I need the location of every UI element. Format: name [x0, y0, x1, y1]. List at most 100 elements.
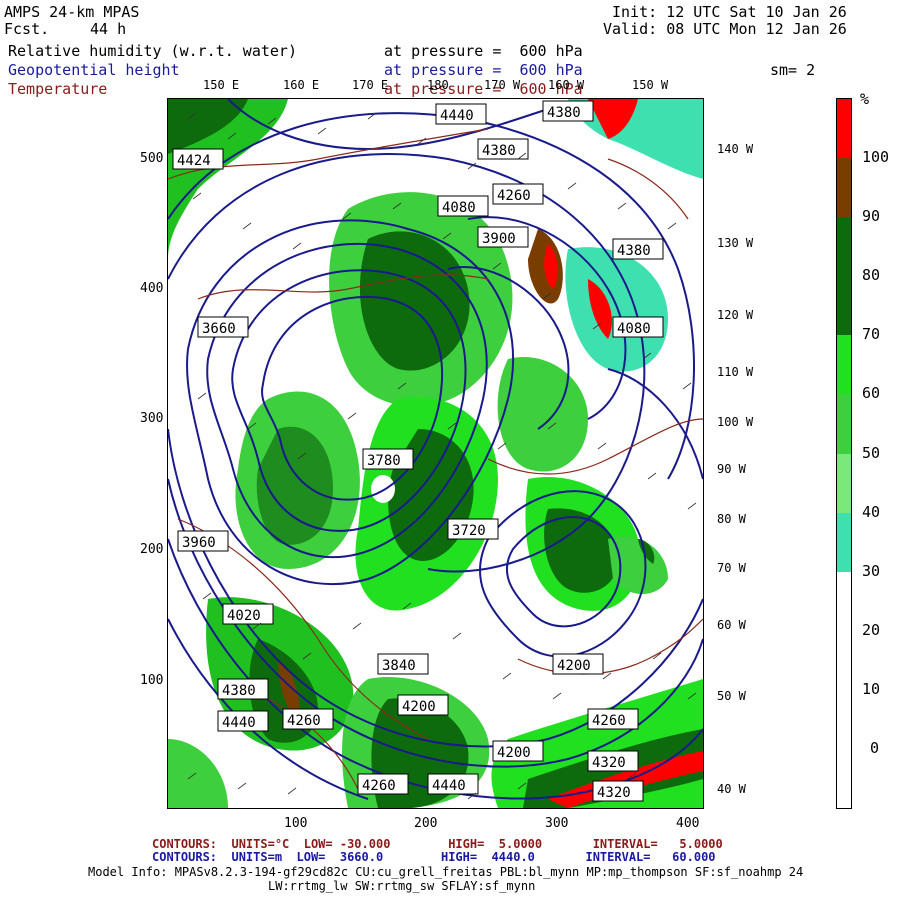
contour-label: 3900 [477, 226, 529, 248]
map-svg: 4440 4380 4380 4260 4080 3900 4424 4380 … [168, 99, 703, 808]
contour-label: 4080 [437, 195, 489, 217]
svg-text:4200: 4200 [402, 699, 436, 715]
colorbar-label: 0 [870, 738, 880, 757]
height-contour-info: CONTOURS: UNITS=m LOW= 3660.0 HIGH= 4440… [152, 850, 716, 864]
svg-text:3840: 3840 [382, 658, 416, 674]
contour-label: 4020 [222, 603, 274, 625]
contour-label: 4380 [217, 678, 269, 700]
top-lon-label: 180 [427, 78, 449, 92]
svg-text:3780: 3780 [367, 453, 401, 469]
contour-label: 4260 [282, 708, 334, 730]
field-height-level: at pressure = 600 hPa [384, 61, 583, 79]
colorbar-segment [837, 335, 851, 395]
top-lon-label: 150 W [632, 78, 669, 92]
svg-text:3900: 3900 [482, 231, 516, 247]
svg-text:4380: 4380 [222, 683, 256, 699]
right-lon-label: 80 W [717, 512, 746, 526]
colorbar-segment [837, 158, 851, 218]
contour-label: 4200 [552, 653, 604, 675]
right-lon-label: 60 W [717, 618, 746, 632]
y-tick: 100 [140, 673, 164, 688]
right-lon-label: 40 W [717, 782, 746, 796]
svg-text:4380: 4380 [482, 143, 516, 159]
contour-label: 4380 [477, 138, 529, 160]
contour-label: 4424 [172, 148, 224, 170]
rh-region [168, 739, 228, 808]
right-lon-label: 110 W [717, 365, 754, 379]
svg-text:4380: 4380 [617, 243, 651, 259]
right-lon-label: 90 W [717, 462, 746, 476]
right-lon-label: 130 W [717, 236, 754, 250]
init-time: Init: 12 UTC Sat 10 Jan 26 [612, 3, 847, 21]
svg-text:4080: 4080 [442, 200, 476, 216]
colorbar-label: 100 [862, 148, 890, 167]
colorbar-segment [837, 99, 851, 159]
colorbar-label: 90 [862, 207, 881, 226]
colorbar-segment [837, 571, 851, 632]
colorbar-label: 60 [862, 384, 881, 403]
colorbar-segment [837, 748, 851, 809]
colorbar-unit: % [860, 90, 870, 108]
contour-label: 4320 [592, 780, 644, 802]
forecast-label: Fcst. [4, 20, 50, 38]
contour-label: 4440 [435, 103, 487, 125]
svg-text:4440: 4440 [222, 715, 256, 731]
x-tick: 200 [414, 816, 438, 831]
forecast-hour: 44 h [90, 20, 127, 38]
contour-label: 3960 [177, 530, 229, 552]
field-height-name: Geopotential height [8, 61, 180, 79]
smoothing-value: sm= 2 [770, 61, 816, 79]
y-tick: 400 [140, 281, 164, 296]
svg-text:3720: 3720 [452, 523, 486, 539]
y-tick: 300 [140, 411, 164, 426]
svg-text:4440: 4440 [432, 778, 466, 794]
contour-label: 4080 [612, 316, 664, 338]
svg-text:4424: 4424 [177, 153, 211, 169]
svg-text:4380: 4380 [547, 105, 581, 121]
right-lon-label: 70 W [717, 561, 746, 575]
svg-text:4200: 4200 [557, 658, 591, 674]
colorbar-label: 40 [862, 502, 881, 521]
svg-text:4260: 4260 [497, 188, 531, 204]
contour-label: 4260 [357, 773, 409, 795]
rh-colorbar [836, 98, 852, 809]
right-lon-label: 140 W [717, 142, 754, 156]
model-info-line2: LW:rrtmg_lw SW:rrtmg_sw SFLAY:sf_mynn [268, 879, 536, 893]
contour-label: 3660 [197, 316, 249, 338]
colorbar-label: 80 [862, 266, 881, 285]
contour-label: 4380 [612, 238, 664, 260]
svg-text:4320: 4320 [592, 755, 626, 771]
svg-text:4260: 4260 [362, 778, 396, 794]
y-tick: 200 [140, 542, 164, 557]
colorbar-segment [837, 394, 851, 454]
right-lon-label: 100 W [717, 415, 754, 429]
rh-region [497, 357, 588, 472]
dry-slot [371, 475, 395, 503]
colorbar-label: 50 [862, 443, 881, 462]
svg-text:4320: 4320 [597, 785, 631, 801]
contour-label: 4200 [397, 694, 449, 716]
contour-label: 3840 [377, 653, 429, 675]
contour-label: 3780 [362, 448, 414, 470]
colorbar-segment [837, 453, 851, 514]
contour-label: 4260 [492, 183, 544, 205]
svg-text:3960: 3960 [182, 535, 216, 551]
colorbar-segment [837, 689, 851, 750]
x-tick: 100 [284, 816, 308, 831]
svg-text:4260: 4260 [592, 713, 626, 729]
x-tick: 300 [545, 816, 569, 831]
y-tick: 500 [140, 151, 164, 166]
colorbar-label: 70 [862, 325, 881, 344]
field-rh-level: at pressure = 600 hPa [384, 42, 583, 60]
svg-text:3660: 3660 [202, 321, 236, 337]
colorbar-label: 20 [862, 620, 881, 639]
field-rh-name: Relative humidity (w.r.t. water) [8, 42, 297, 60]
svg-text:4200: 4200 [497, 745, 531, 761]
top-lon-label: 170 E [352, 78, 389, 92]
svg-text:4020: 4020 [227, 608, 261, 624]
contour-label: 4200 [492, 740, 544, 762]
contour-label: 4440 [217, 710, 269, 732]
colorbar-segment [837, 217, 851, 277]
contour-label: 3720 [447, 518, 499, 540]
valid-time: Valid: 08 UTC Mon 12 Jan 26 [603, 20, 847, 38]
